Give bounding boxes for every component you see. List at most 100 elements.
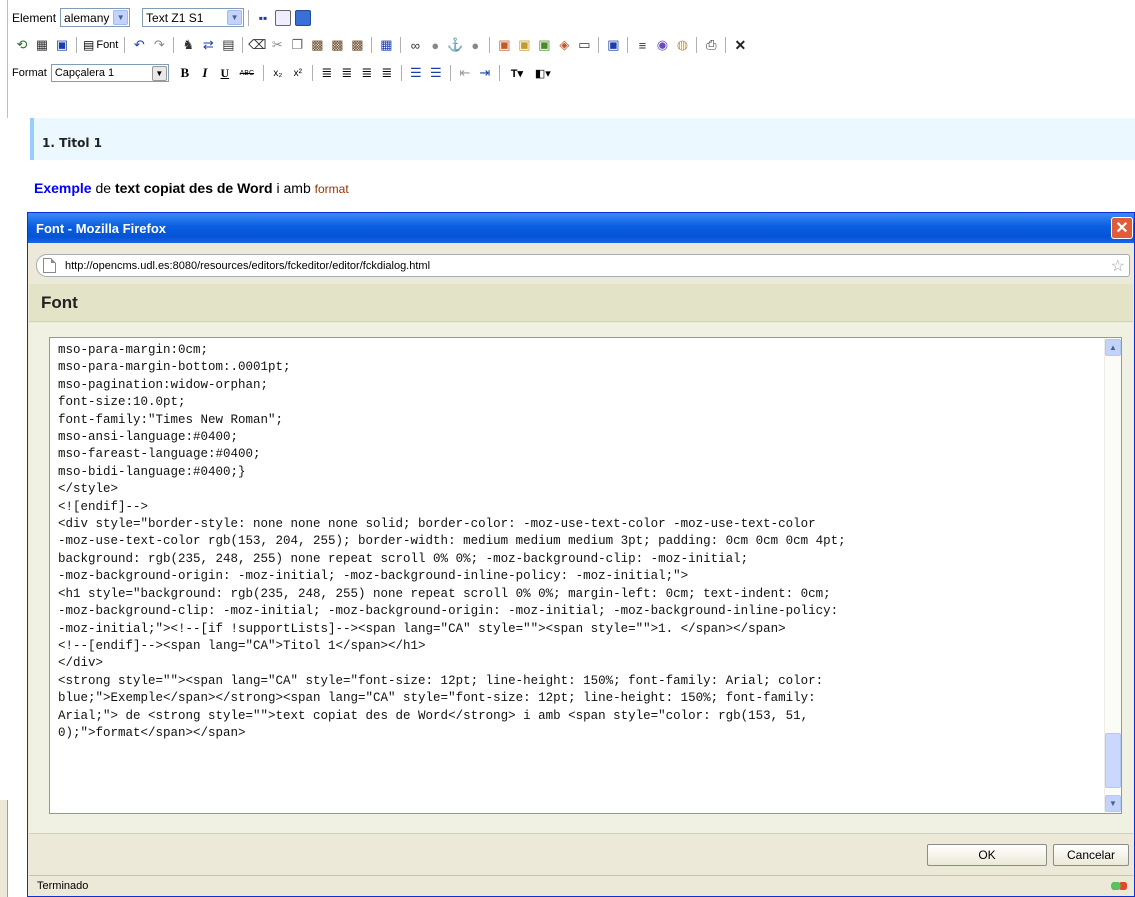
- subscript-button[interactable]: x₂: [270, 65, 286, 81]
- style-select[interactable]: Text Z1 S1 ▼: [142, 8, 245, 27]
- url-bar[interactable]: http://opencms.udl.es:8080/resources/edi…: [36, 254, 1130, 277]
- bulleted-list-icon[interactable]: ☰: [428, 65, 444, 81]
- chevron-down-icon: ▼: [113, 10, 129, 25]
- separator: [311, 65, 313, 81]
- underline-button[interactable]: U: [217, 65, 233, 81]
- paragraph-iamb: i amb: [272, 180, 315, 196]
- toolbar-row-3: Format Capçalera 1 ▼ B I U ABC x₂ x² ≣ ≣…: [12, 64, 556, 82]
- separator: [76, 37, 77, 53]
- outdent-icon[interactable]: ⇤: [457, 65, 473, 81]
- scroll-up-icon[interactable]: ▲: [1105, 339, 1121, 356]
- dialog-footer: OK Cancelar: [29, 833, 1133, 873]
- flash-icon[interactable]: ▣: [605, 37, 621, 53]
- cancel-button[interactable]: Cancelar: [1053, 844, 1129, 866]
- paste-icon[interactable]: ▩: [309, 37, 325, 53]
- show-blocks-icon[interactable]: ▪▪: [255, 10, 271, 26]
- gallery-link-icon[interactable]: ●: [467, 37, 483, 53]
- paste-text-icon[interactable]: ▩: [329, 37, 345, 53]
- left-window-edge-bottom: [0, 800, 8, 897]
- separator: [627, 37, 629, 53]
- scroll-down-icon[interactable]: ▼: [1105, 795, 1121, 812]
- anchor-icon[interactable]: ⚓: [447, 37, 463, 53]
- align-justify-icon[interactable]: ≣: [379, 65, 395, 81]
- text-color-icon[interactable]: T▾: [506, 65, 528, 81]
- link-icon[interactable]: ∞: [407, 37, 423, 53]
- preview-icon[interactable]: [295, 9, 312, 26]
- cut-icon[interactable]: ✂: [269, 37, 285, 53]
- special-char-icon[interactable]: ◉: [654, 37, 670, 53]
- separator: [696, 37, 698, 53]
- network-status-icon: [1111, 882, 1127, 890]
- document-paragraph[interactable]: Exemple de text copiat des de Word i amb…: [34, 180, 349, 196]
- strikethrough-button[interactable]: ABC: [237, 65, 257, 81]
- separator: [598, 37, 600, 53]
- bookmark-star-icon[interactable]: ☆: [1111, 256, 1125, 276]
- download-gallery-icon[interactable]: ▣: [536, 37, 552, 53]
- separator: [449, 65, 451, 81]
- element-select[interactable]: alemany ▼: [60, 8, 131, 27]
- font-dialog-window: Font - Mozilla Firefox ✕ http://opencms.…: [27, 212, 1135, 897]
- url-text: http://opencms.udl.es:8080/resources/edi…: [65, 259, 431, 272]
- table-icon[interactable]: ▦: [378, 37, 394, 53]
- separator: [489, 37, 491, 53]
- redo-icon[interactable]: ↷: [151, 37, 167, 53]
- unlink-icon[interactable]: ●: [427, 37, 443, 53]
- select-all-icon[interactable]: ▤: [220, 37, 236, 53]
- image-icon[interactable]: ▣: [496, 37, 512, 53]
- separator: [400, 37, 402, 53]
- dialog-body: mso-para-margin:0cm; mso-para-margin-bot…: [29, 323, 1133, 833]
- font-icon: ▤: [83, 38, 95, 52]
- heading-block[interactable]: 1. Titol 1: [30, 118, 1135, 160]
- ok-button[interactable]: OK: [927, 844, 1047, 866]
- replace-icon[interactable]: ⇄: [200, 37, 216, 53]
- html-source-code: mso-para-margin:0cm; mso-para-margin-bot…: [58, 343, 846, 740]
- background-color-icon[interactable]: ◧▾: [532, 65, 554, 81]
- source-icon[interactable]: ⟲: [14, 37, 30, 53]
- superscript-button[interactable]: x²: [290, 65, 306, 81]
- find-icon[interactable]: ♞: [180, 37, 196, 53]
- html-source-textarea[interactable]: mso-para-margin:0cm; mso-para-margin-bot…: [49, 337, 1122, 814]
- separator: [262, 65, 264, 81]
- status-text: Terminado: [37, 880, 89, 892]
- numbered-list-icon[interactable]: ☰: [408, 65, 424, 81]
- close-icon[interactable]: ✕: [1111, 217, 1133, 239]
- font-button[interactable]: ▤ Font: [81, 38, 120, 52]
- paragraph-exemple: Exemple: [34, 180, 92, 196]
- indent-icon[interactable]: ⇥: [477, 65, 493, 81]
- toolbar-row-1: Element alemany ▼ Text Z1 S1 ▼ ▪▪: [12, 8, 313, 27]
- paragraph-bold: text copiat des de Word: [114, 180, 273, 196]
- close-icon[interactable]: ✕: [732, 37, 748, 53]
- separator: [242, 37, 244, 53]
- rule-icon[interactable]: ≡: [634, 37, 650, 53]
- dialog-title: Font - Mozilla Firefox: [36, 220, 166, 236]
- paragraph-de: de: [91, 180, 115, 196]
- image-gallery-icon[interactable]: ▣: [516, 37, 532, 53]
- italic-button[interactable]: I: [197, 65, 213, 81]
- format-select[interactable]: Capçalera 1 ▼: [50, 64, 169, 82]
- save-icon[interactable]: ▣: [54, 37, 70, 53]
- vertical-scrollbar[interactable]: ▲ ▼: [1104, 338, 1121, 813]
- undo-icon[interactable]: ↶: [131, 37, 147, 53]
- dialog-heading: Font: [41, 292, 78, 312]
- remove-format-icon[interactable]: ⌫: [248, 37, 266, 53]
- frame-icon[interactable]: ▭: [576, 37, 592, 53]
- format-select-value: Capçalera 1: [54, 67, 115, 79]
- separator: [173, 37, 175, 53]
- align-left-icon[interactable]: ≣: [319, 65, 335, 81]
- dialog-titlebar[interactable]: Font - Mozilla Firefox: [28, 213, 1134, 243]
- element-label: Element: [12, 10, 57, 25]
- separator: [248, 9, 250, 26]
- template-icon[interactable]: ▦: [34, 37, 50, 53]
- element-select-value: alemany: [64, 10, 110, 25]
- html-gallery-icon[interactable]: ◈: [556, 37, 572, 53]
- scroll-thumb[interactable]: [1105, 733, 1121, 788]
- page-icon: [43, 258, 56, 273]
- copy-icon[interactable]: ❐: [289, 37, 305, 53]
- bold-button[interactable]: B: [177, 65, 193, 81]
- print-icon[interactable]: ⎙: [703, 37, 719, 53]
- align-center-icon[interactable]: ≣: [339, 65, 355, 81]
- smiley-icon[interactable]: ◍: [674, 37, 690, 53]
- align-right-icon[interactable]: ≣: [359, 65, 375, 81]
- document-properties-icon[interactable]: [275, 9, 292, 26]
- paste-word-icon[interactable]: ▩: [349, 37, 365, 53]
